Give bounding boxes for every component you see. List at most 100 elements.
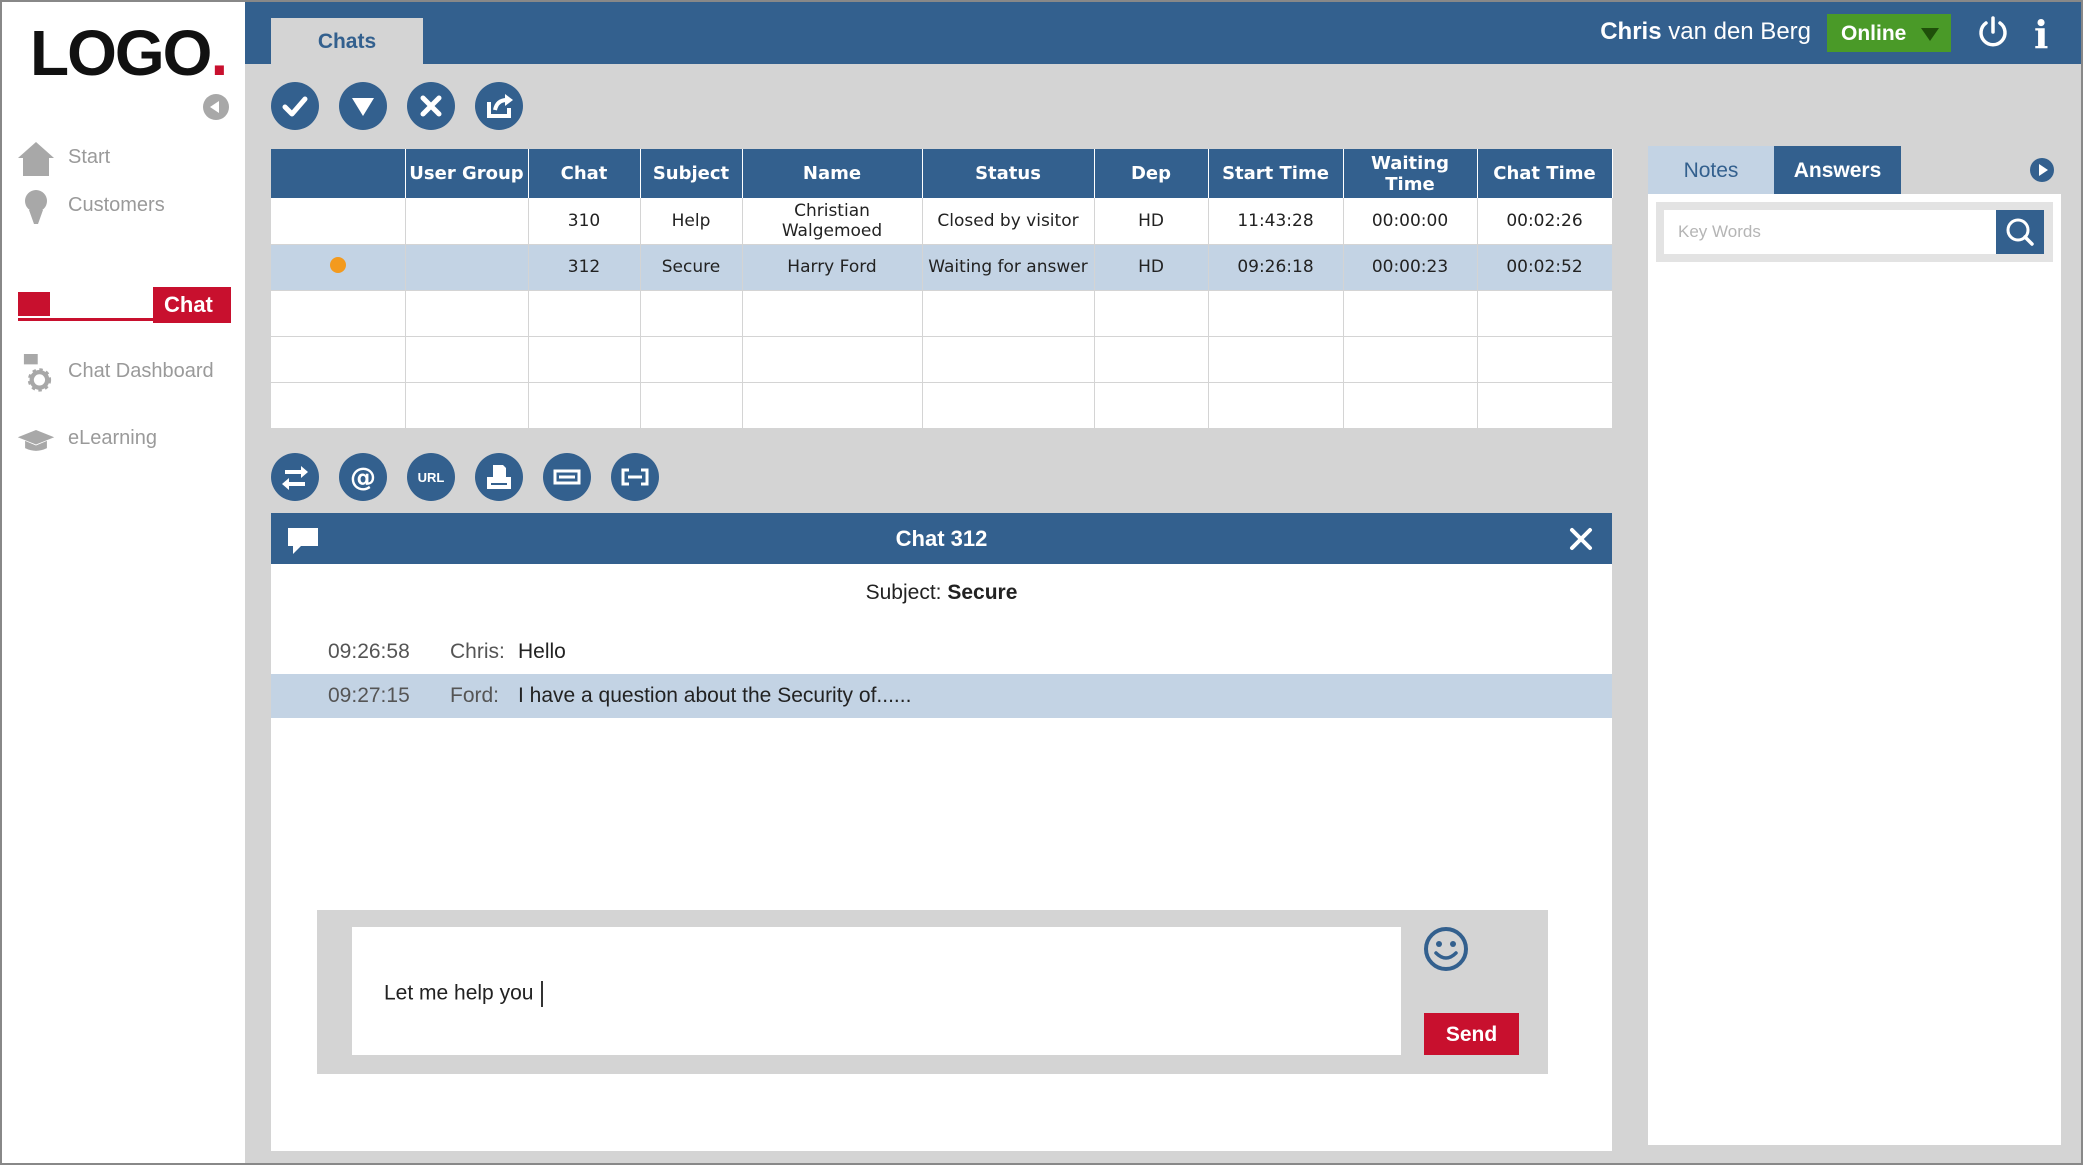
transfer-icon	[282, 466, 308, 490]
sidebar-item-label: Start	[68, 146, 111, 168]
column-header-chat-time[interactable]: Chat Time	[1477, 149, 1613, 198]
url-icon: URL	[418, 470, 445, 485]
table-cell: 00:00:23	[1343, 244, 1478, 291]
table-cell: 00:02:52	[1477, 244, 1613, 291]
forward-button[interactable]	[475, 82, 523, 130]
check-icon	[282, 96, 308, 117]
column-header	[271, 149, 406, 198]
search-input[interactable]	[1664, 210, 1996, 254]
print-button[interactable]	[475, 453, 523, 501]
chevron-down-icon	[1921, 28, 1939, 41]
table-row-selected[interactable]: 312 Secure Harry Ford Waiting for answer…	[271, 244, 1613, 291]
logo-dot: .	[210, 17, 228, 89]
transfer-button[interactable]	[271, 453, 319, 501]
message-input[interactable]: Let me help you	[352, 927, 1401, 1055]
table-cell: Harry Ford	[742, 244, 923, 291]
chat-panel: Chat 312 Subject: Secure 09:26:58 Chris:…	[271, 513, 1612, 1151]
right-panel: Notes Answers	[1648, 146, 2061, 1145]
table-cell: HD	[1094, 244, 1209, 291]
table-cell: Closed by visitor	[922, 198, 1095, 245]
info-icon[interactable]: i	[2034, 12, 2048, 57]
chat-title: Chat 312	[895, 526, 988, 551]
column-header-user-group[interactable]: User Group	[405, 149, 529, 198]
table-cell	[405, 244, 529, 291]
table-cell: Secure	[640, 244, 743, 291]
active-indicator	[18, 318, 154, 321]
collapse-sidebar-button[interactable]	[203, 94, 229, 120]
right-panel-tabs: Notes Answers	[1648, 146, 2061, 194]
message-time: 09:27:15	[328, 684, 410, 707]
collapse-icon	[553, 469, 581, 485]
search-icon	[2006, 218, 2034, 246]
search-button[interactable]	[1996, 210, 2044, 254]
table-row[interactable]: 310 Help Christian Walgemoed Closed by v…	[271, 198, 1613, 245]
sidebar-item-label: Chat Dashboard	[68, 360, 214, 382]
logo-text: LOGO	[30, 17, 212, 89]
email-icon: @	[350, 463, 376, 493]
column-header-dep[interactable]: Dep	[1094, 149, 1209, 198]
logo: LOGO.	[30, 16, 228, 90]
user-icon	[25, 190, 47, 224]
table-row-empty	[271, 336, 1613, 383]
collapse-button[interactable]	[543, 453, 591, 501]
sidebar-item-label: Chat	[153, 287, 231, 323]
answers-search	[1656, 202, 2053, 262]
column-header-name[interactable]: Name	[742, 149, 923, 198]
filter-button[interactable]	[339, 82, 387, 130]
column-header-subject[interactable]: Subject	[640, 149, 743, 198]
table-cell: 00:02:26	[1477, 198, 1613, 245]
tab-notes[interactable]: Notes	[1648, 146, 1774, 194]
accept-button[interactable]	[271, 82, 319, 130]
table-cell	[271, 198, 406, 245]
chat-icon	[18, 292, 50, 316]
forward-icon	[487, 94, 513, 118]
top-bar: Chats Chris van den Berg Online i	[245, 2, 2081, 64]
emoji-icon[interactable]	[1423, 926, 1469, 972]
table-cell: HD	[1094, 198, 1209, 245]
column-header-waiting-time[interactable]: Waiting Time	[1343, 149, 1478, 198]
table-row-empty	[271, 290, 1613, 337]
chat-subject: Subject: Secure	[271, 581, 1612, 605]
send-button[interactable]: Send	[1424, 1013, 1519, 1055]
main-area: Chats Chris van den Berg Online i User G…	[245, 2, 2081, 1163]
table-header-row: User Group Chat Subject Name Status Dep …	[271, 149, 1613, 198]
sidebar-item-start[interactable]: Start	[2, 132, 245, 182]
tab-chats[interactable]: Chats	[271, 18, 423, 64]
close-chat-button[interactable]	[407, 82, 455, 130]
print-icon	[487, 465, 511, 489]
table-cell: 00:00:00	[1343, 198, 1478, 245]
filter-icon	[352, 98, 374, 116]
user-first-name: Chris	[1600, 18, 1662, 45]
sidebar: LOGO. Start Customers Chat Chat Dashboar…	[2, 2, 245, 1163]
url-label: URL	[418, 470, 445, 485]
url-button[interactable]: URL	[407, 453, 455, 501]
tab-answers[interactable]: Answers	[1774, 146, 1901, 194]
email-button[interactable]: @	[339, 453, 387, 501]
column-header-start-time[interactable]: Start Time	[1208, 149, 1344, 198]
user-name: Chris van den Berg	[1600, 18, 1811, 46]
close-icon	[420, 95, 442, 117]
subject-label: Subject:	[865, 581, 942, 604]
column-header-status[interactable]: Status	[922, 149, 1095, 198]
chat-header: Chat 312	[271, 513, 1612, 564]
chats-table: User Group Chat Subject Name Status Dep …	[271, 149, 1613, 429]
message-input-text: Let me help you	[384, 981, 534, 1005]
column-header-chat[interactable]: Chat	[528, 149, 641, 198]
sidebar-item-label: Customers	[68, 194, 165, 216]
table-cell: Christian Walgemoed	[742, 198, 923, 245]
table-cell: 312	[528, 244, 641, 291]
table-cell	[405, 198, 529, 245]
close-icon[interactable]	[1567, 525, 1595, 553]
sidebar-item-elearning[interactable]: eLearning	[2, 413, 245, 463]
status-dropdown[interactable]: Online	[1827, 14, 1951, 52]
table-cell: 310	[528, 198, 641, 245]
sidebar-item-chat[interactable]: Chat	[2, 277, 245, 327]
message-sender: Ford:	[450, 684, 500, 707]
graduation-cap-icon	[17, 430, 55, 451]
table-cell: Help	[640, 198, 743, 245]
power-icon[interactable]	[1976, 16, 2010, 50]
play-icon[interactable]	[2029, 157, 2055, 183]
sidebar-item-chat-dashboard[interactable]: Chat Dashboard	[2, 346, 245, 396]
sidebar-item-customers[interactable]: Customers	[2, 180, 245, 230]
expand-button[interactable]	[611, 453, 659, 501]
